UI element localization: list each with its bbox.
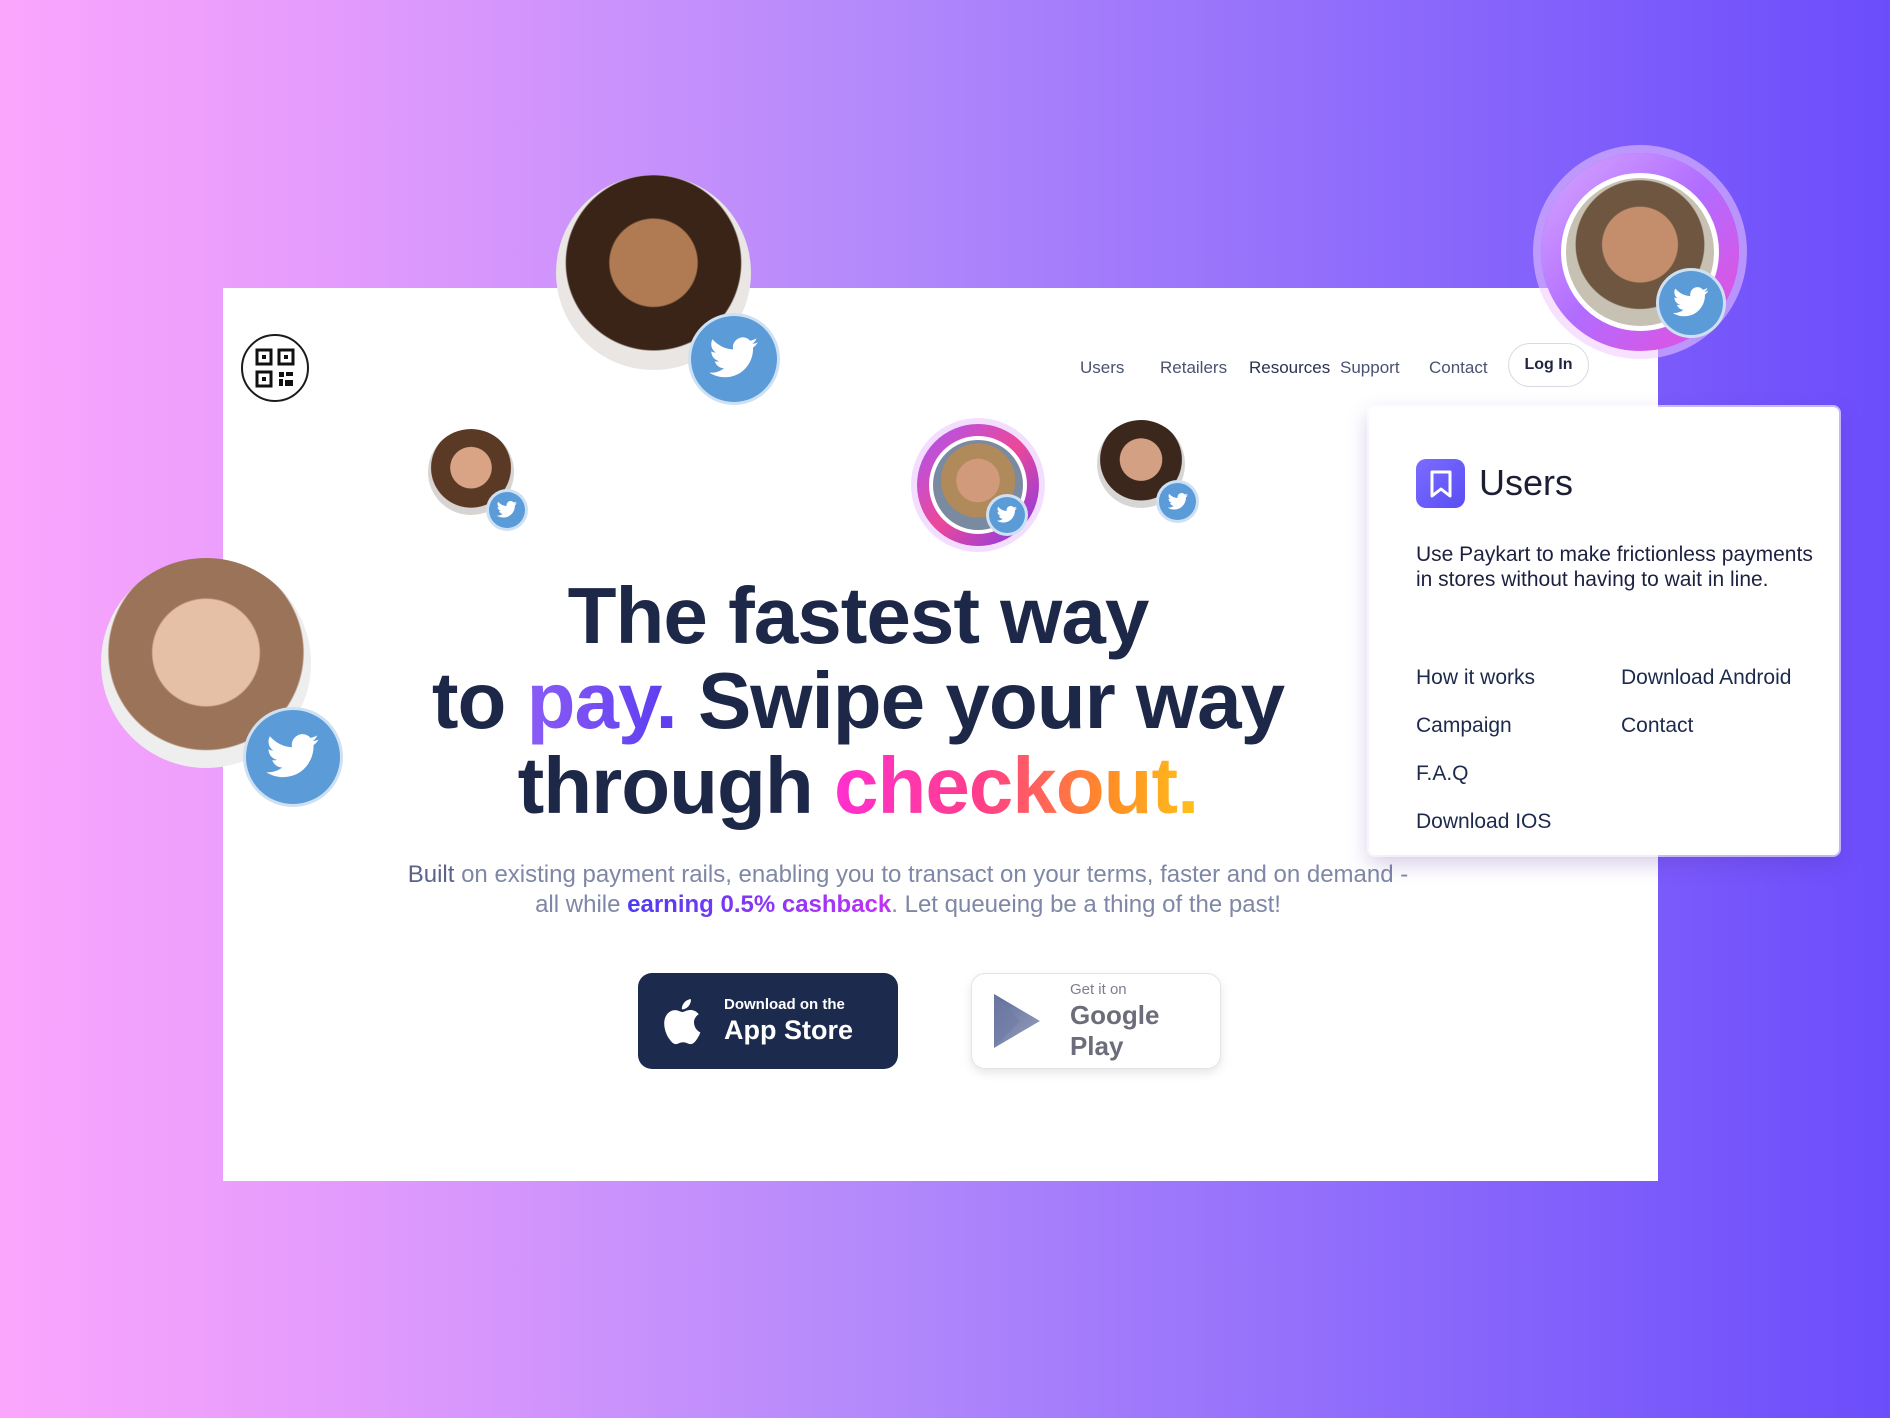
google-play-button[interactable]: Get it on Google Play — [971, 973, 1221, 1069]
subtitle-text: . Let queueing be a thing of the past! — [891, 891, 1281, 918]
app-store-button[interactable]: Download on the App Store — [638, 973, 898, 1069]
twitter-icon — [1167, 492, 1188, 510]
apple-icon — [664, 999, 701, 1045]
headline-accent-checkout: checkout. — [833, 741, 1199, 830]
qr-logo[interactable] — [241, 334, 309, 402]
twitter-icon — [266, 733, 319, 777]
twitter-badge — [243, 707, 343, 807]
hero-subtitle: Built on existing payment rails, enablin… — [383, 860, 1433, 920]
twitter-badge — [986, 494, 1028, 536]
twitter-icon — [709, 337, 758, 378]
twitter-badge — [1656, 268, 1726, 338]
headline-text: through — [517, 741, 834, 830]
twitter-icon — [496, 501, 517, 518]
hero-headline-line3: through checkout. — [423, 743, 1293, 828]
users-menu-icon — [1416, 459, 1465, 508]
link-download-android[interactable]: Download Android — [1621, 666, 1791, 690]
headline-text: to — [431, 656, 527, 745]
google-play-icon — [993, 994, 1040, 1048]
users-dropdown-menu: Users Use Paykart to make frictionless p… — [1369, 407, 1839, 855]
nav-contact[interactable]: Contact — [1429, 358, 1488, 378]
subtitle-text: on existing payment rails, enabling you … — [454, 861, 1409, 888]
dropdown-title: Users — [1479, 462, 1574, 503]
link-faq[interactable]: F.A.Q — [1416, 762, 1469, 786]
headline-text: Swipe your way — [676, 656, 1285, 745]
twitter-badge — [688, 313, 780, 405]
subtitle-built: Built — [407, 861, 455, 888]
play-big-label: Google Play — [1069, 999, 1160, 1061]
hero-headline-line1: The fastest way — [567, 571, 1150, 660]
appstore-small-label: Download on the — [724, 996, 845, 1013]
link-how-it-works[interactable]: How it works — [1416, 666, 1535, 690]
bookmark-icon — [1430, 470, 1451, 497]
login-button[interactable]: Log In — [1508, 343, 1589, 387]
link-campaign[interactable]: Campaign — [1416, 714, 1512, 738]
twitter-badge — [1156, 480, 1199, 523]
twitter-icon — [996, 506, 1017, 523]
nav-resources[interactable]: Resources — [1249, 358, 1330, 378]
twitter-icon — [1672, 287, 1709, 317]
subtitle-cashback: earning 0.5% cashback — [627, 891, 892, 918]
nav-users[interactable]: Users — [1080, 358, 1124, 378]
link-contact[interactable]: Contact — [1621, 714, 1693, 738]
appstore-big-label: App Store — [724, 1015, 854, 1045]
link-download-ios[interactable]: Download IOS — [1416, 810, 1551, 834]
nav-retailers[interactable]: Retailers — [1160, 358, 1227, 378]
play-small-label: Get it on — [1069, 980, 1127, 998]
subtitle-text: all while — [535, 891, 628, 918]
nav-support[interactable]: Support — [1340, 358, 1400, 378]
hero-headline-line2: to pay. Swipe your way — [423, 658, 1293, 743]
headline-accent-pay: pay. — [526, 656, 678, 745]
dropdown-description: Use Paykart to make frictionless payment… — [1416, 543, 1813, 591]
qr-code-icon — [255, 348, 295, 388]
twitter-badge — [486, 489, 528, 531]
